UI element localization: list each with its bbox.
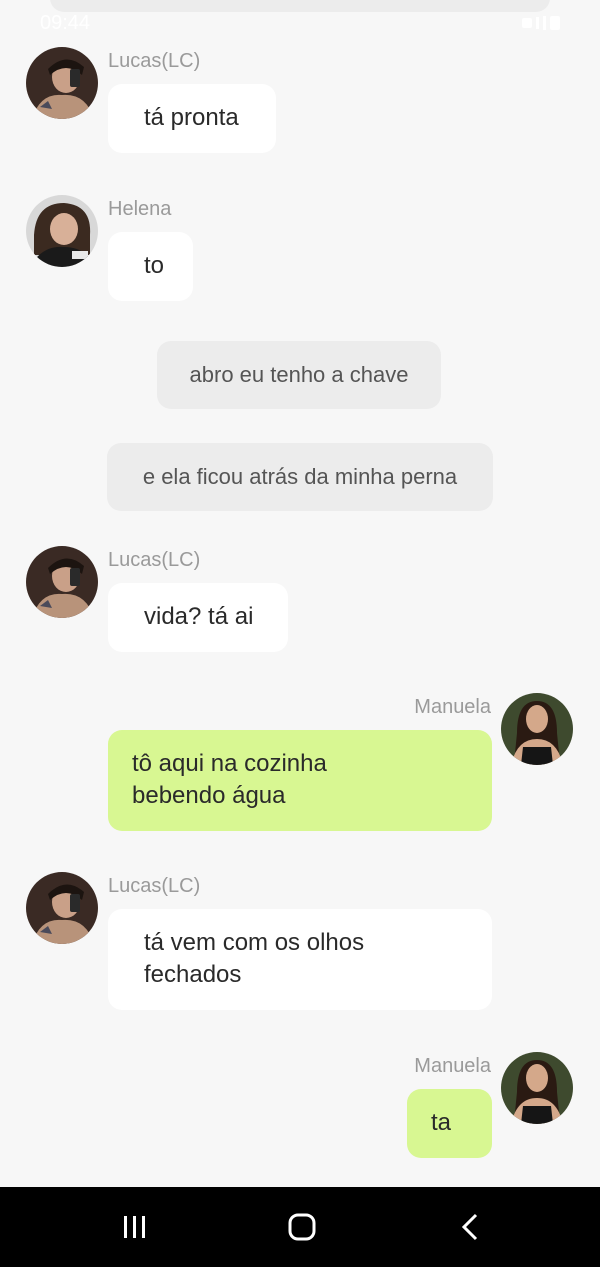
message-bubble[interactable]: tá pronta <box>108 84 276 153</box>
avatar[interactable] <box>26 195 98 267</box>
message-text-line: tá vem com os olhos <box>144 929 365 956</box>
sender-name: Lucas(LC) <box>108 50 201 72</box>
avatar-helena-icon <box>26 195 98 267</box>
home-button[interactable] <box>277 1207 327 1247</box>
system-message: abro eu tenho a chave <box>157 341 441 409</box>
message-bubble[interactable]: to <box>108 232 193 301</box>
message-text: tá pronta <box>144 104 239 131</box>
message-text: to <box>144 252 165 279</box>
avatar[interactable] <box>501 693 573 765</box>
avatar[interactable] <box>26 47 98 119</box>
message-text: ta <box>431 1109 452 1136</box>
back-button[interactable] <box>445 1207 495 1247</box>
avatar-lucas-icon <box>26 47 98 119</box>
sender-name: Manuela <box>414 1055 491 1077</box>
recent-apps-button[interactable] <box>110 1207 160 1247</box>
avatar[interactable] <box>26 546 98 618</box>
message-text-line: fechados <box>144 961 242 988</box>
sender-name: Lucas(LC) <box>108 875 201 897</box>
message-text: vida? tá ai <box>144 603 254 630</box>
message-text-line: bebendo água <box>132 782 286 809</box>
avatar[interactable] <box>501 1052 573 1124</box>
avatar-lucas-icon <box>26 546 98 618</box>
system-message-text: e ela ficou atrás da minha perna <box>142 464 458 489</box>
system-navigation-bar <box>0 1187 600 1267</box>
home-icon <box>288 1213 316 1241</box>
sender-name: Lucas(LC) <box>108 549 201 571</box>
message-bubble[interactable]: tô aqui na cozinha bebendo água <box>108 730 492 831</box>
message-text-line: tô aqui na cozinha <box>132 750 327 777</box>
avatar-manuela-icon <box>501 693 573 765</box>
recent-apps-icon <box>124 1216 145 1238</box>
sender-name: Manuela <box>414 696 491 718</box>
chat-thread: Lucas(LC) tá pronta Helena to abro eu te… <box>0 0 600 1187</box>
message-bubble[interactable]: ta <box>407 1089 492 1158</box>
sender-name: Helena <box>108 198 172 220</box>
message-bubble[interactable]: tá vem com os olhos fechados <box>108 909 492 1010</box>
avatar-manuela-icon <box>501 1052 573 1124</box>
system-message-text: abro eu tenho a chave <box>189 362 409 387</box>
back-icon <box>461 1213 478 1241</box>
avatar[interactable] <box>26 872 98 944</box>
avatar-lucas-icon <box>26 872 98 944</box>
message-bubble[interactable]: vida? tá ai <box>108 583 288 652</box>
system-message: e ela ficou atrás da minha perna <box>107 443 493 511</box>
